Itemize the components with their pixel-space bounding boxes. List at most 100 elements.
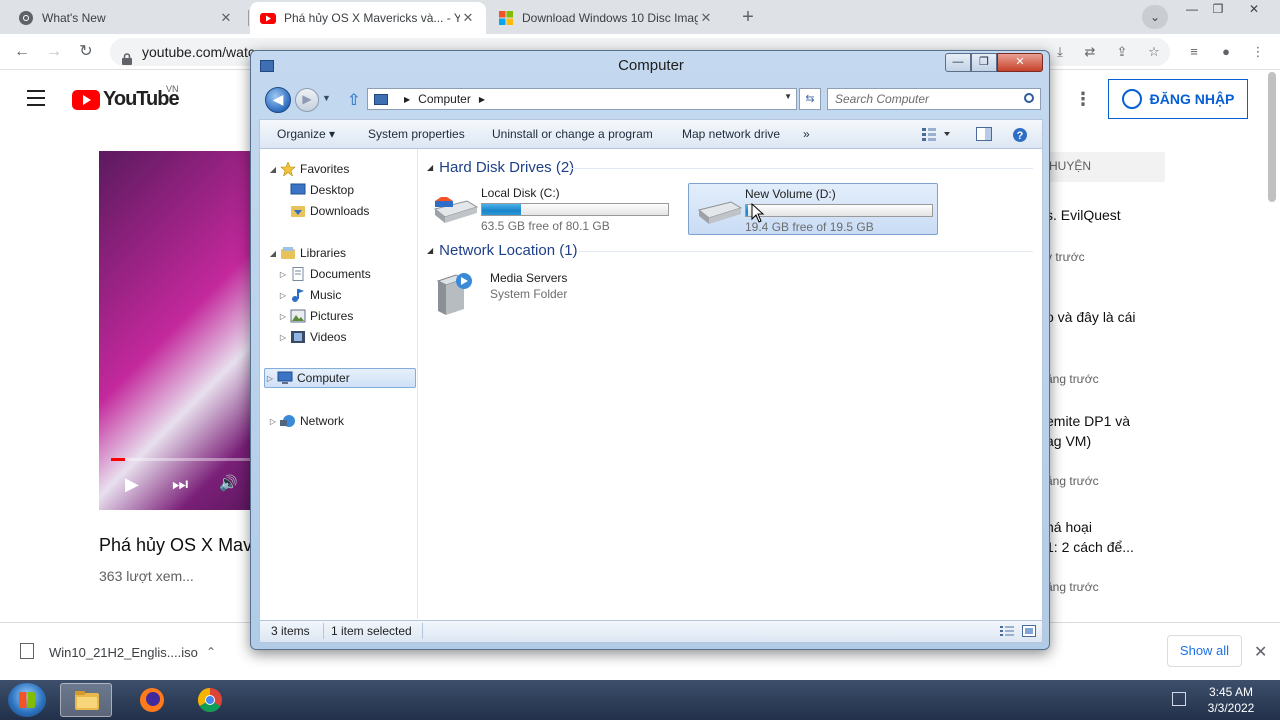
download-icon[interactable]: ⤓ <box>1050 42 1070 62</box>
collapse-arrow[interactable]: ▷ <box>268 417 278 426</box>
expand-arrow[interactable]: ◢ <box>268 165 278 174</box>
video-progress-bar[interactable] <box>111 458 259 461</box>
search-input[interactable]: Search Computer <box>827 88 1041 110</box>
play-icon[interactable]: ▶ <box>125 474 139 495</box>
tab-search-button[interactable]: ⌄ <box>1142 5 1168 29</box>
related-video-title[interactable]: há hoại 1: 2 cách để... <box>1046 517 1134 557</box>
nav-desktop[interactable]: Desktop <box>278 180 354 200</box>
related-video-title[interactable]: s. EvilQuest <box>1046 207 1121 223</box>
system-properties-button[interactable]: System properties <box>368 127 465 141</box>
nav-favorites[interactable]: ◢ Favorites <box>268 159 349 179</box>
preview-pane-icon[interactable] <box>976 127 992 141</box>
address-dropdown[interactable]: ▼ <box>784 92 792 101</box>
nav-pictures[interactable]: ▷ Pictures <box>278 306 353 326</box>
address-box[interactable]: ▶ Computer ▶ ▼ <box>367 88 797 110</box>
refresh-button[interactable]: ⇆ <box>799 88 821 110</box>
selection-count: 1 item selected <box>331 624 412 638</box>
bookmark-star-icon[interactable]: ☆ <box>1144 42 1164 62</box>
large-icons-view-icon[interactable] <box>1022 625 1036 637</box>
tab-close-button[interactable]: ✕ <box>698 10 714 26</box>
youtube-logo[interactable]: YouTube <box>72 88 180 111</box>
back-arrow-icon[interactable]: ← <box>10 40 34 64</box>
browser-restore-button[interactable]: ❐ <box>1206 0 1230 20</box>
close-icon[interactable]: ✕ <box>1254 642 1267 662</box>
translate-icon[interactable]: ⇄ <box>1080 42 1100 62</box>
back-button[interactable]: ◀ <box>265 87 291 113</box>
show-all-button[interactable]: Show all <box>1167 635 1242 667</box>
nav-music[interactable]: ▷ Music <box>278 285 341 305</box>
drive-c[interactable]: Local Disk (C:) 63.5 GB free of 80.1 GB <box>425 183 675 235</box>
forward-arrow-icon[interactable]: → <box>42 40 66 64</box>
collapse-arrow[interactable]: ▷ <box>265 374 275 383</box>
collapse-arrow[interactable]: ▷ <box>278 291 288 300</box>
new-tab-button[interactable]: + <box>736 5 760 29</box>
details-view-icon[interactable] <box>1000 625 1014 637</box>
nav-libraries[interactable]: ◢ Libraries <box>268 243 346 263</box>
reading-list-icon[interactable]: ≡ <box>1184 42 1204 62</box>
more-commands-button[interactable]: » <box>803 127 810 141</box>
collapse-arrow[interactable]: ▷ <box>278 312 288 321</box>
sign-in-button[interactable]: ĐĂNG NHẬP <box>1108 79 1248 119</box>
tab-close-button[interactable]: ✕ <box>218 10 234 26</box>
network-tray-icon[interactable] <box>1172 692 1186 706</box>
download-filename[interactable]: Win10_21H2_Englis....iso <box>49 645 198 660</box>
reload-icon[interactable]: ↻ <box>74 40 98 64</box>
sidebar-chip[interactable]: HUYỆN <box>1045 152 1165 182</box>
minimize-button[interactable]: — <box>945 53 971 72</box>
drive-d[interactable]: New Volume (D:) 19.4 GB free of 19.5 GB <box>688 183 938 235</box>
media-servers-item[interactable]: Media Servers System Folder <box>434 269 634 319</box>
expand-arrow[interactable]: ◢ <box>268 249 278 258</box>
nav-videos[interactable]: ▷ Videos <box>278 327 347 347</box>
chevron-up-icon[interactable]: ⌃ <box>206 645 216 659</box>
chrome-menu-icon[interactable]: ⋮ <box>1248 42 1268 62</box>
profile-icon[interactable]: ● <box>1216 42 1236 62</box>
expand-arrow[interactable]: ◢ <box>427 163 433 172</box>
forward-button[interactable]: ▶ <box>295 88 319 112</box>
close-button[interactable]: ✕ <box>997 53 1043 72</box>
tab-whats-new[interactable]: What's New ✕ <box>8 2 244 34</box>
taskbar-firefox-button[interactable] <box>126 683 178 717</box>
nav-computer[interactable]: ▷ Computer <box>264 368 416 388</box>
breadcrumb-separator[interactable]: ▶ <box>479 95 485 104</box>
nav-network[interactable]: ▷ Network <box>268 411 344 431</box>
system-clock[interactable]: 3:45 AM 3/3/2022 <box>1196 684 1266 716</box>
page-scrollbar[interactable] <box>1268 72 1276 202</box>
maximize-button[interactable]: ❐ <box>971 53 997 72</box>
settings-kebab-icon[interactable]: ⋮ <box>1074 89 1092 110</box>
tab-windows-download[interactable]: Download Windows 10 Disc Imag ✕ <box>488 2 724 34</box>
next-icon[interactable]: ⏭ <box>172 474 188 495</box>
expand-arrow[interactable]: ◢ <box>427 246 433 255</box>
browser-minimize-button[interactable]: — <box>1180 0 1204 20</box>
tab-youtube[interactable]: Phá hủy OS X Mavericks và... - Y ✕ <box>250 2 486 34</box>
up-arrow-icon[interactable]: ⇧ <box>347 90 360 110</box>
help-icon[interactable]: ? <box>1012 127 1028 142</box>
group-header-hard-disks[interactable]: ◢ Hard Disk Drives (2) <box>427 159 574 176</box>
related-video-title[interactable]: o và đây là cái <box>1046 309 1136 325</box>
nav-downloads[interactable]: Downloads <box>278 201 369 221</box>
country-code: VN <box>166 84 179 94</box>
hamburger-menu-icon[interactable] <box>27 90 45 106</box>
start-orb-icon[interactable] <box>8 683 46 717</box>
taskbar-chrome-button[interactable] <box>184 683 236 717</box>
group-header-network-location[interactable]: ◢ Network Location (1) <box>427 242 578 259</box>
share-icon[interactable]: ⇪ <box>1112 42 1132 62</box>
svg-text:?: ? <box>1017 130 1024 142</box>
taskbar-explorer-button[interactable] <box>60 683 112 717</box>
video-player[interactable] <box>99 151 259 510</box>
change-view-icon[interactable] <box>922 127 950 141</box>
breadcrumb-separator[interactable]: ▶ <box>404 95 410 104</box>
search-icon[interactable] <box>1024 93 1034 103</box>
group-title: Hard Disk Drives (2) <box>439 159 575 176</box>
breadcrumb-computer[interactable]: Computer <box>418 92 471 106</box>
organize-button[interactable]: Organize ▾ <box>277 127 335 141</box>
tab-close-button[interactable]: ✕ <box>460 10 476 26</box>
collapse-arrow[interactable]: ▷ <box>278 270 288 279</box>
map-network-drive-button[interactable]: Map network drive <box>682 127 780 141</box>
recent-pages-dropdown[interactable]: ▼ <box>322 93 331 103</box>
browser-close-button[interactable]: ✕ <box>1242 0 1266 20</box>
nav-documents[interactable]: ▷ Documents <box>278 264 371 284</box>
volume-icon[interactable]: 🔊 <box>219 474 238 492</box>
uninstall-program-button[interactable]: Uninstall or change a program <box>492 127 653 141</box>
collapse-arrow[interactable]: ▷ <box>278 333 288 342</box>
related-video-title[interactable]: emite DP1 và ag VM) <box>1046 411 1130 451</box>
